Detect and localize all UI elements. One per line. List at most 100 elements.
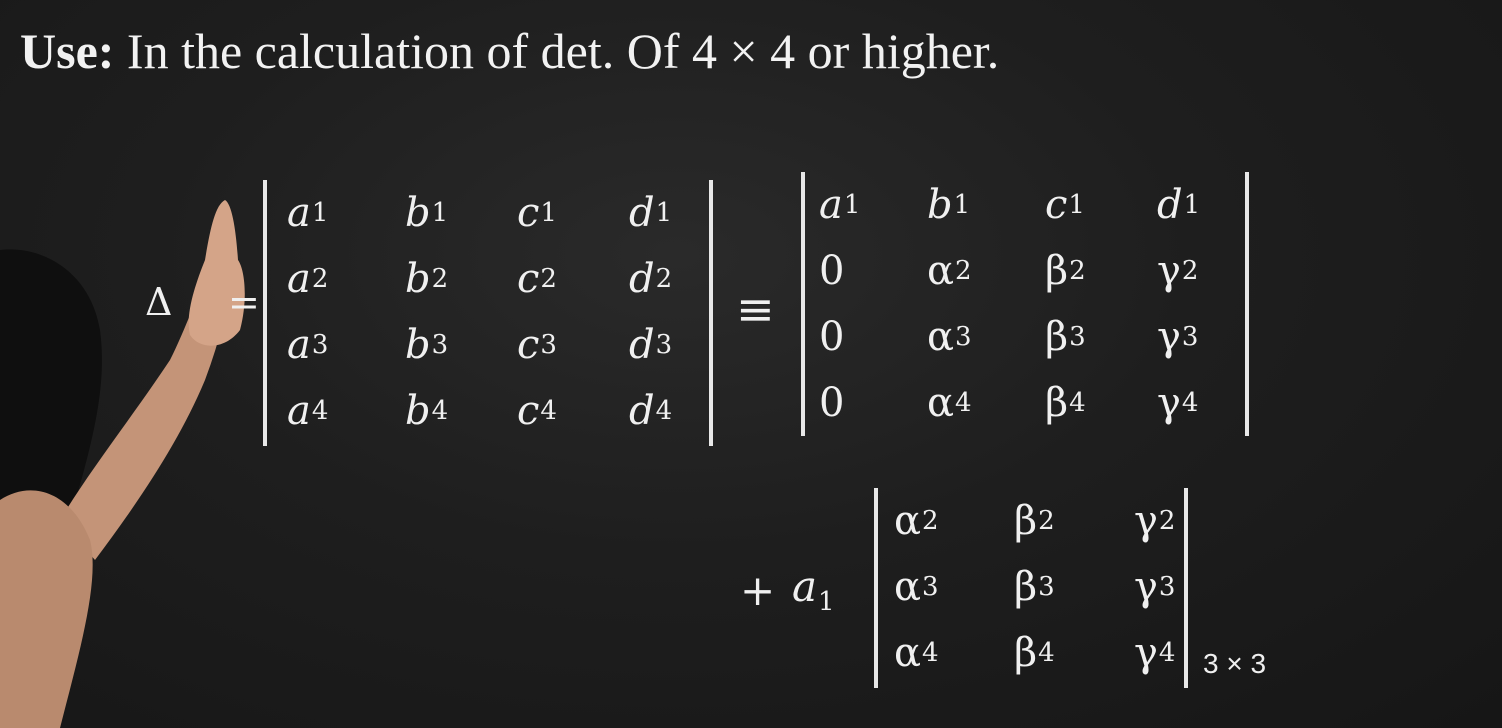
entry-symbol: d	[629, 388, 655, 434]
coefficient-base: a	[792, 562, 818, 611]
entry-subscript: 4	[1158, 638, 1176, 668]
matrix-entry: 0	[819, 370, 927, 436]
matrix-entry: b2	[405, 246, 517, 312]
coefficient-sub: 1	[818, 587, 835, 617]
entry-subscript: 1	[953, 190, 971, 220]
entry-subscript: 3	[1181, 322, 1199, 352]
matrix-entry: a3	[287, 312, 405, 378]
delta-symbol: Δ	[145, 280, 173, 324]
entry-symbol: c	[517, 256, 540, 302]
entry-subscript: 3	[540, 330, 557, 360]
entry-symbol: 0	[819, 380, 845, 426]
matrix-entry: α3	[927, 304, 1045, 370]
entry-subscript: 3	[1038, 572, 1055, 602]
presenter-silhouette	[0, 200, 245, 728]
entry-subscript: 2	[1158, 506, 1176, 536]
matrix-entry: α4	[927, 370, 1045, 436]
title-text: In the calculation of det. Of 4 × 4 or h…	[126, 23, 1000, 79]
entry-subscript: 2	[311, 264, 329, 294]
matrix-entry: b1	[405, 180, 517, 246]
matrix-entry: b3	[405, 312, 517, 378]
entry-symbol: c	[1045, 182, 1068, 228]
entry-symbol: β	[1014, 630, 1038, 676]
entry-subscript: 4	[431, 396, 449, 426]
entry-symbol: α	[894, 630, 922, 676]
matrix-entry: γ4	[1157, 370, 1257, 436]
entry-symbol: α	[894, 564, 922, 610]
entry-symbol: c	[517, 322, 540, 368]
entry-symbol: b	[405, 190, 431, 236]
entry-subscript: 3	[311, 330, 329, 360]
entry-symbol: c	[517, 190, 540, 236]
entry-subscript: 1	[311, 198, 329, 228]
matrix-entry: β4	[1014, 620, 1134, 686]
entry-symbol: d	[629, 322, 655, 368]
entry-symbol: γ	[1134, 630, 1158, 676]
entry-symbol: a	[287, 388, 311, 434]
matrix-entry: β2	[1014, 488, 1134, 554]
page-title: Use: In the calculation of det. Of 4 × 4…	[20, 22, 999, 80]
entry-subscript: 2	[655, 264, 673, 294]
matrix-entry: c4	[517, 378, 629, 444]
entry-subscript: 2	[540, 264, 557, 294]
entry-subscript: 2	[1181, 256, 1199, 286]
entry-symbol: c	[517, 388, 540, 434]
entry-symbol: a	[287, 322, 311, 368]
entry-subscript: 4	[655, 396, 673, 426]
entry-symbol: α	[927, 248, 955, 294]
matrix-entry: γ4	[1134, 620, 1200, 686]
entry-subscript: 4	[540, 396, 557, 426]
matrix-entry: α2	[927, 238, 1045, 304]
entry-symbol: β	[1045, 248, 1069, 294]
entry-subscript: 1	[1068, 190, 1085, 220]
matrix-entry: γ3	[1157, 304, 1257, 370]
entry-symbol: β	[1014, 498, 1038, 544]
matrix-entry: γ2	[1157, 238, 1257, 304]
entry-symbol: β	[1045, 314, 1069, 360]
matrix-entry: d4	[629, 378, 729, 444]
determinant-4x4-reduced: a1b1c1d10α2β2γ20α3β3γ30α4β4γ4	[801, 172, 1249, 436]
matrix-entry: α3	[894, 554, 1014, 620]
matrix-entry: d1	[1157, 172, 1257, 238]
matrix-entry: 0	[819, 304, 927, 370]
entry-subscript: 1	[655, 198, 673, 228]
matrix-entry: 0	[819, 238, 927, 304]
matrix-entry: c2	[517, 246, 629, 312]
entry-symbol: 0	[819, 248, 845, 294]
entry-subscript: 3	[1069, 322, 1086, 352]
matrix-entry: b4	[405, 378, 517, 444]
entry-symbol: α	[927, 314, 955, 360]
entry-symbol: 0	[819, 314, 845, 360]
matrix-entry: d1	[629, 180, 729, 246]
entry-symbol: α	[894, 498, 922, 544]
entry-symbol: d	[629, 256, 655, 302]
entry-subscript: 3	[431, 330, 449, 360]
entry-subscript: 2	[922, 506, 939, 536]
entry-subscript: 4	[955, 388, 972, 418]
entry-symbol: β	[1045, 380, 1069, 426]
matrix-entry: a1	[819, 172, 927, 238]
matrix-entry: c1	[1045, 172, 1157, 238]
presenter-shoulder	[0, 490, 93, 728]
matrix-entry: d3	[629, 312, 729, 378]
entry-symbol: b	[927, 182, 953, 228]
entry-symbol: a	[287, 190, 311, 236]
equals-sign: =	[228, 280, 260, 324]
matrix-entry: a4	[287, 378, 405, 444]
entry-symbol: γ	[1134, 498, 1158, 544]
entry-symbol: a	[819, 182, 843, 228]
entry-subscript: 2	[431, 264, 449, 294]
entry-symbol: b	[405, 388, 431, 434]
entry-subscript: 2	[1069, 256, 1086, 286]
entry-symbol: γ	[1157, 314, 1181, 360]
matrix-entry: d2	[629, 246, 729, 312]
title-label: Use:	[20, 23, 115, 79]
entry-subscript: 3	[655, 330, 673, 360]
entry-subscript: 4	[311, 396, 329, 426]
entry-symbol: d	[1157, 182, 1183, 228]
entry-symbol: d	[629, 190, 655, 236]
matrix-entry: b1	[927, 172, 1045, 238]
entry-symbol: α	[927, 380, 955, 426]
matrix-entry: β2	[1045, 238, 1157, 304]
entry-subscript: 1	[540, 198, 557, 228]
